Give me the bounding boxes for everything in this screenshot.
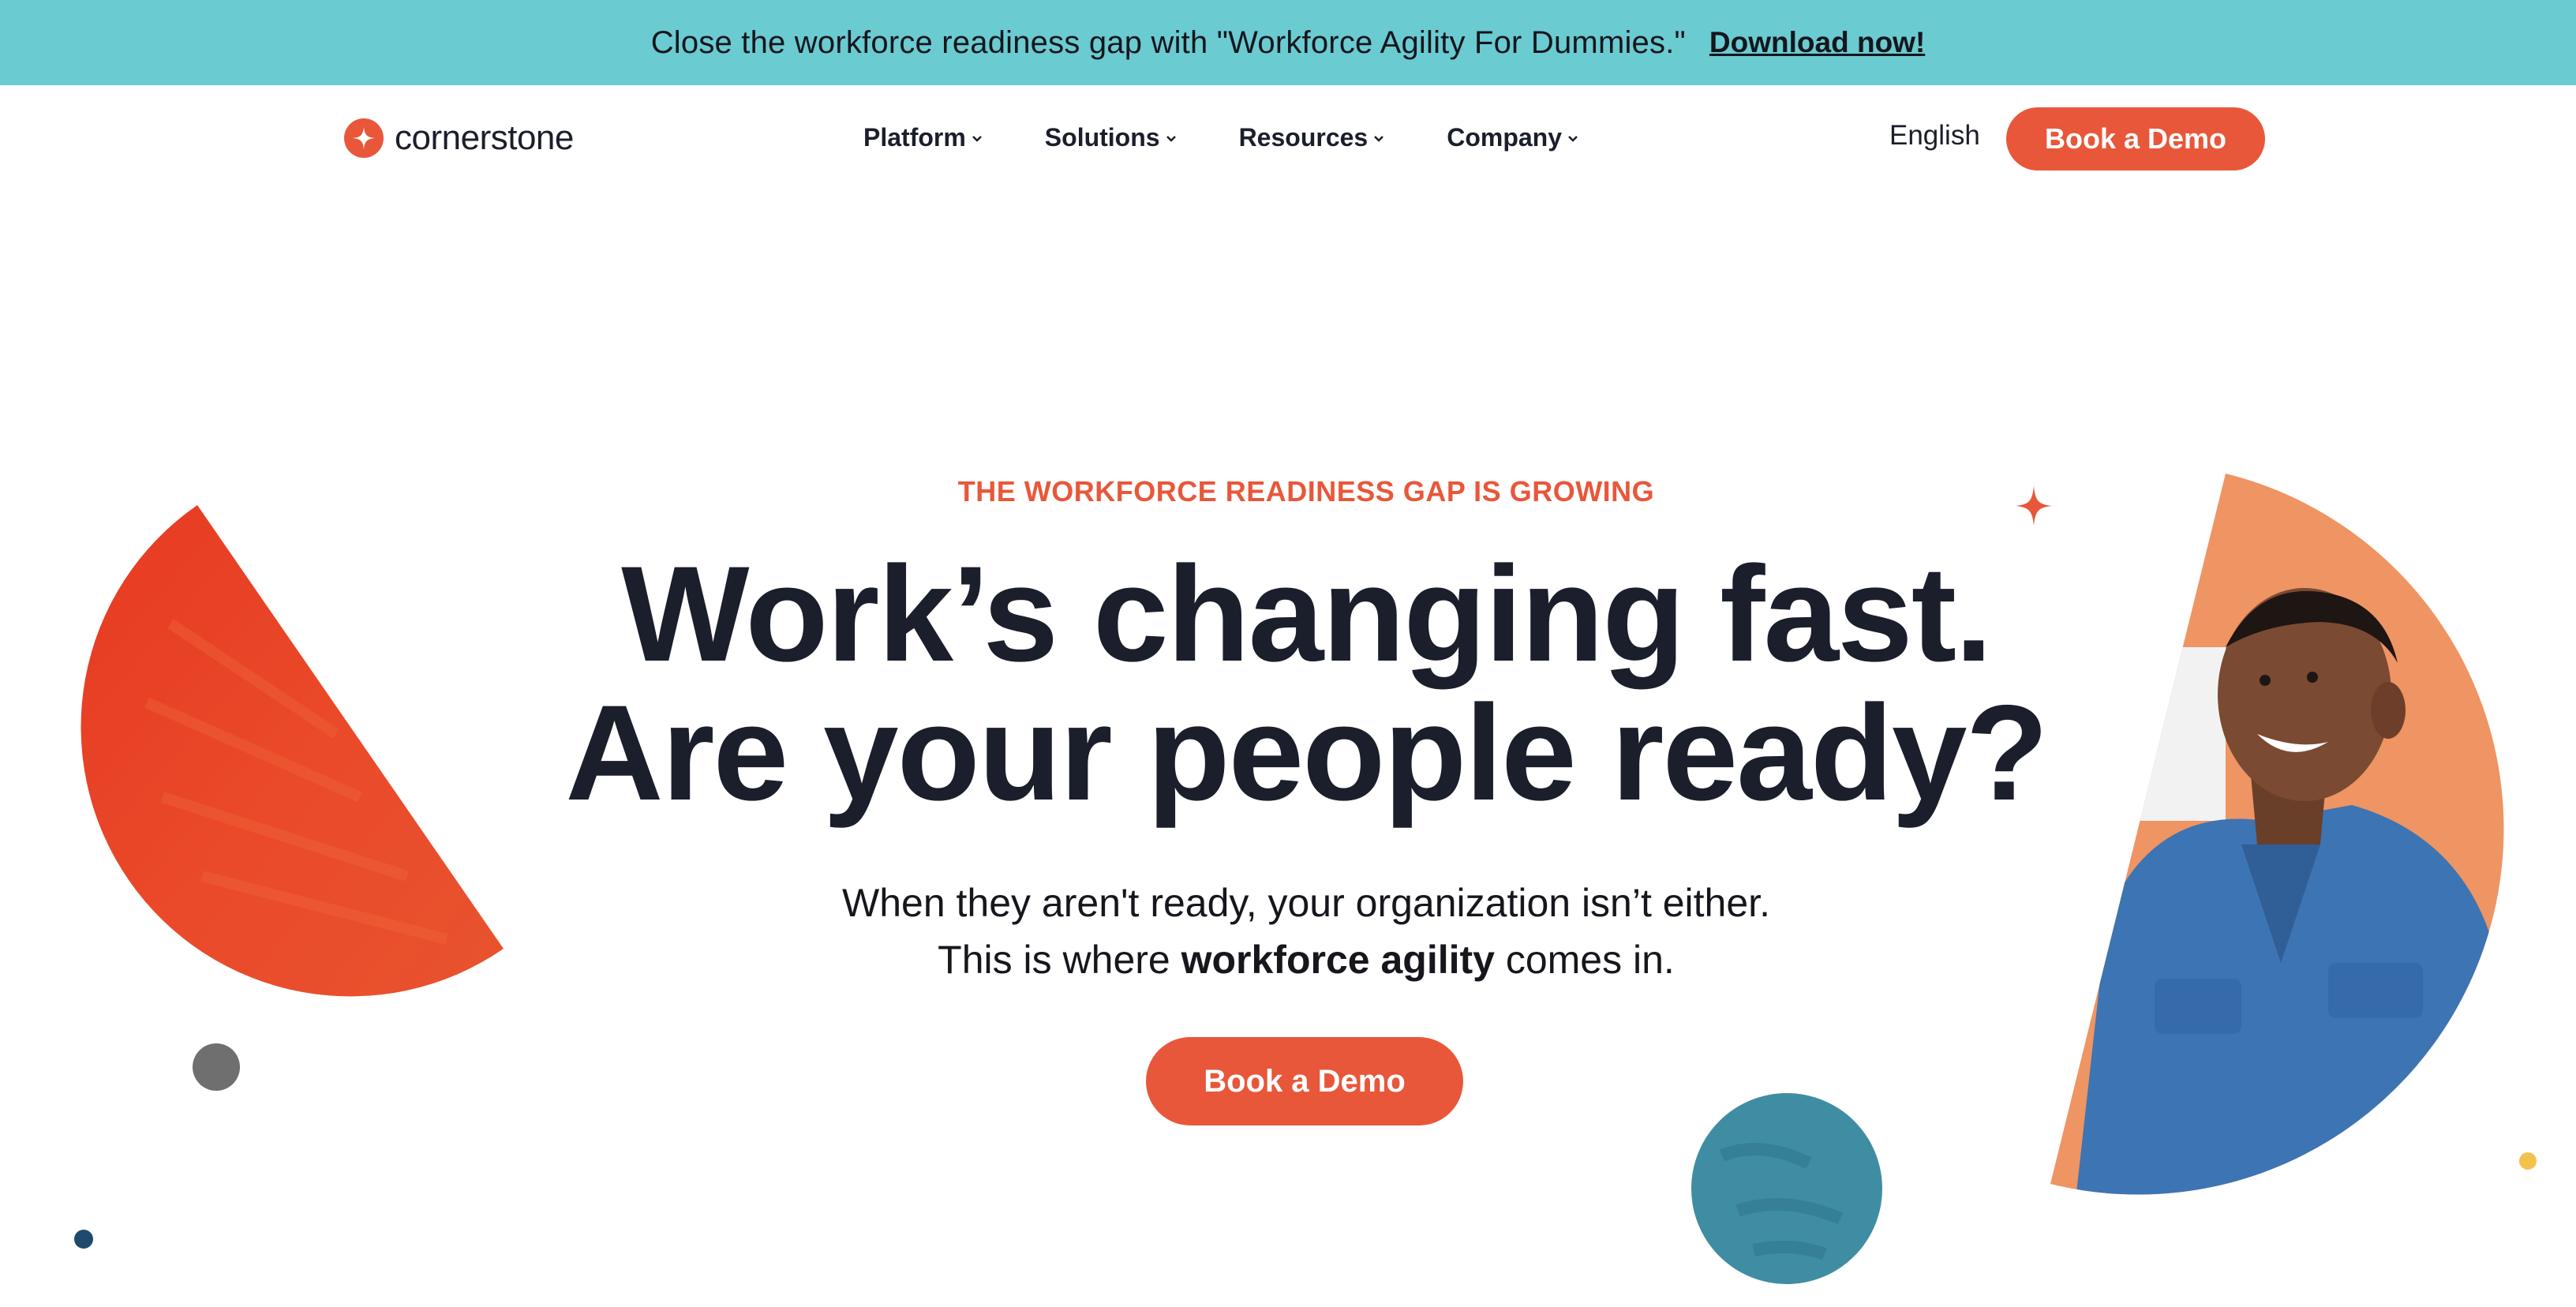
language-selector[interactable]: English [1889, 120, 1980, 152]
logo-text: cornerstone [395, 118, 574, 157]
hero-eyebrow: THE WORKFORCE READINESS GAP IS GROWING [957, 475, 1655, 507]
nav-item-platform[interactable]: Platform [863, 123, 983, 152]
hero-headline: Work’s changing fast. Are your people re… [0, 545, 2576, 822]
banner-text: Close the workforce readiness gap with "… [650, 24, 1686, 60]
subheading-line-2: This is where workforce agility comes in… [0, 931, 2576, 988]
main-nav: Platform Solutions Resources Company [863, 123, 1641, 152]
site-header: cornerstone Platform Solutions Resources… [0, 85, 2576, 193]
nav-label: Solutions [1044, 123, 1160, 152]
nav-item-company[interactable]: Company [1447, 123, 1579, 152]
headline-line-2: Are your people ready? [565, 677, 2048, 829]
announcement-banner: Close the workforce readiness gap with "… [0, 0, 2576, 85]
subheading-text: This is where [938, 938, 1181, 982]
book-demo-button[interactable]: Book a Demo [2006, 107, 2265, 170]
chevron-down-icon [1372, 133, 1385, 143]
nav-label: Company [1447, 123, 1562, 152]
subheading-text: comes in. [1494, 938, 1675, 982]
download-now-link[interactable]: Download now! [1709, 26, 1925, 59]
yellow-dot [2519, 1152, 2537, 1170]
chevron-down-icon [1567, 133, 1579, 143]
chevron-down-icon [971, 133, 983, 143]
chevron-down-icon [1165, 133, 1178, 143]
logo[interactable]: cornerstone [344, 118, 574, 158]
nav-item-resources[interactable]: Resources [1239, 123, 1386, 152]
nav-label: Resources [1238, 123, 1368, 152]
subheading-emphasis: workforce agility [1181, 938, 1495, 982]
nav-label: Platform [863, 123, 966, 152]
nav-item-solutions[interactable]: Solutions [1045, 123, 1178, 152]
hero-subheading: When they aren't ready, your organizatio… [0, 874, 2576, 988]
teal-circle-shape [1691, 1093, 1882, 1284]
headline-line-1: Work’s changing fast. [621, 538, 1993, 690]
navy-dot [74, 1230, 93, 1249]
grey-dot [193, 1043, 240, 1091]
subheading-line-1: When they aren't ready, your organizatio… [842, 881, 1770, 925]
hero-book-demo-button[interactable]: Book a Demo [1146, 1037, 1463, 1125]
cornerstone-star-icon [344, 118, 384, 158]
